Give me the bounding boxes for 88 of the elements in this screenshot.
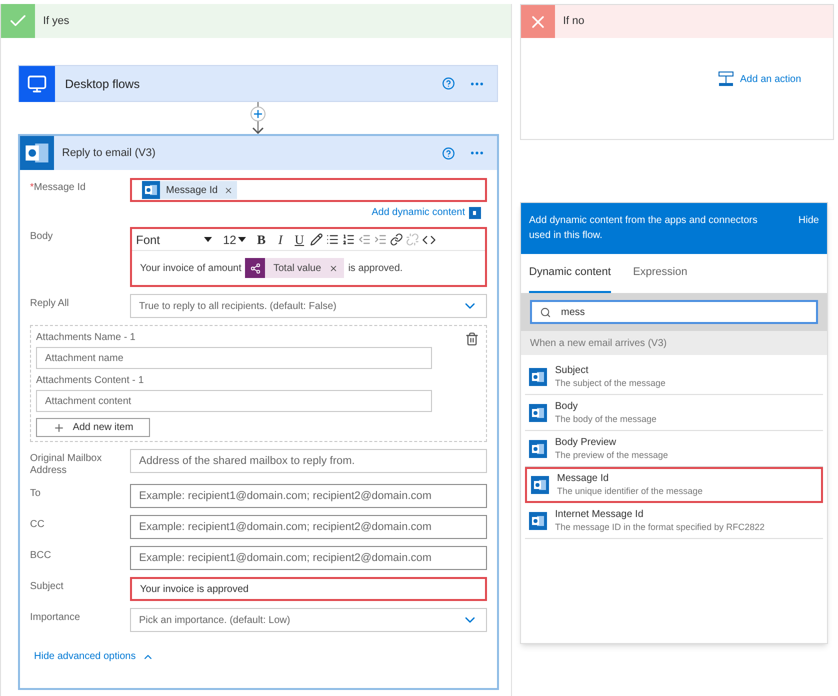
format-button[interactable]: U	[291, 230, 308, 250]
flow-icon	[245, 258, 266, 278]
font-dropdown[interactable]: Font	[136, 230, 216, 248]
caret-icon	[238, 237, 246, 242]
field-label: Body	[30, 230, 54, 244]
section-header: When a new email arrives (V3)	[521, 331, 827, 355]
item-description: The body of the message	[555, 412, 657, 424]
item-title: Message Id	[557, 473, 610, 485]
dynamic-content-item[interactable]: Body The body of the message	[525, 395, 823, 431]
dropdown-field[interactable]: Pick an importance. (default: Low)	[130, 608, 487, 632]
mail-app-icon	[529, 440, 547, 458]
plus-icon	[52, 422, 65, 434]
body-editor[interactable]: Font 12 B I U Your invoice of amount Total value is approved.	[130, 227, 487, 287]
dynamic-content-item[interactable]: Message Id The unique identifier of the message	[525, 467, 823, 503]
trash-icon[interactable]	[465, 332, 479, 346]
size-dropdown[interactable]: 12	[219, 230, 250, 248]
text-field[interactable]: Your invoice is approved	[130, 577, 487, 601]
field-label: Message Id	[34, 182, 86, 195]
add-new-item-button[interactable]: Add new item	[36, 418, 150, 437]
monitor-icon	[19, 66, 55, 102]
dynamic-content-item[interactable]: Internet Message Id The message ID in the format specified by RFC2822	[525, 503, 823, 539]
remove-icon[interactable]	[329, 264, 338, 272]
body-text: is approved.	[348, 262, 403, 276]
panel-tab[interactable]: Expression	[632, 254, 688, 293]
brush-icon[interactable]	[310, 233, 324, 246]
help-icon[interactable]	[442, 77, 455, 90]
field-label: CC	[30, 518, 46, 532]
field-label: To	[30, 487, 42, 501]
remove-icon[interactable]	[224, 186, 233, 194]
token-label: Total value	[272, 262, 322, 276]
format-button[interactable]: B	[253, 230, 270, 250]
hide-button[interactable]: Hide	[798, 213, 819, 228]
mail-app-icon	[531, 476, 549, 494]
dynamic-content-icon[interactable]	[469, 206, 481, 218]
item-description: The preview of the message	[555, 448, 668, 460]
mail-app-icon	[142, 181, 160, 199]
text-field[interactable]: Example: recipient1@domain.com; recipient2@domain.com	[130, 546, 487, 570]
attachment-field[interactable]: Attachment content	[36, 390, 432, 412]
field-label: Importance	[30, 611, 82, 625]
attachment-field[interactable]: Attachment name	[36, 347, 432, 369]
dynamic-content-item[interactable]: Body Preview The preview of the message	[525, 431, 823, 467]
add-step-connector[interactable]	[248, 102, 268, 134]
item-description: The unique identifier of the message	[557, 485, 703, 497]
numbered-list-icon[interactable]	[342, 233, 356, 246]
dropdown-field[interactable]: True to reply to all recipients. (default: False)	[130, 294, 487, 318]
link-icon[interactable]	[390, 233, 404, 246]
field-label: Reply All	[30, 297, 70, 311]
help-icon[interactable]	[442, 146, 455, 160]
if-yes-header[interactable]: If yes	[1, 4, 511, 38]
field-label: Attachments Content - 1	[36, 375, 145, 387]
mail-app-icon	[529, 512, 547, 530]
token-label: Message Id	[165, 184, 219, 198]
add-action-icon	[718, 71, 734, 87]
hide-advanced-options-link[interactable]: Hide advanced options	[34, 649, 154, 664]
token-chip[interactable]: Message Id	[142, 181, 237, 199]
desktop-flows-card[interactable]: Desktop flows	[18, 65, 498, 102]
format-button[interactable]: I	[272, 230, 288, 250]
message-id-field[interactable]: Message Id	[130, 178, 487, 202]
item-description: The subject of the message	[555, 376, 666, 388]
mail-app-icon	[529, 368, 547, 386]
panel-description: Add dynamic content from the apps and connectors used in this flow.	[529, 214, 758, 243]
body-text: Your invoice of amount	[140, 262, 242, 276]
caret-icon	[204, 237, 212, 242]
item-title: Body	[555, 400, 579, 412]
field-label: BCC	[30, 549, 52, 563]
text-field[interactable]: Example: recipient1@domain.com; recipient2@domain.com	[130, 484, 487, 508]
token-chip[interactable]: Total value	[245, 258, 344, 278]
field-label: Subject	[30, 580, 64, 594]
search-icon	[540, 306, 551, 318]
mail-app-icon	[529, 404, 547, 422]
item-title: Internet Message Id	[555, 508, 644, 520]
dynamic-content-item[interactable]: Subject The subject of the message	[525, 359, 823, 395]
add-dynamic-content-link[interactable]: Add dynamic content	[372, 205, 465, 220]
text-field[interactable]: Address of the shared mailbox to reply from.	[130, 449, 487, 473]
card-title: Reply to email (V3)	[62, 146, 157, 161]
item-title: Subject	[555, 364, 590, 376]
text-field[interactable]: Example: recipient1@domain.com; recipient2@domain.com	[130, 515, 487, 539]
add-action-button[interactable]: Add an action	[718, 71, 802, 87]
field-label: Original Mailbox Address	[30, 452, 103, 477]
bullet-list-icon[interactable]	[326, 233, 340, 246]
mail-app-icon	[20, 136, 54, 170]
required-mark: *	[30, 182, 34, 195]
item-title: Body Preview	[555, 436, 618, 448]
field-label: Attachments Name - 1	[36, 332, 136, 344]
item-description: The message ID in the format specified by RFC2822	[555, 520, 765, 532]
card-title: Desktop flows	[65, 76, 141, 92]
search-field[interactable]: mess	[530, 300, 818, 324]
if-no-header[interactable]: If no	[521, 5, 833, 38]
